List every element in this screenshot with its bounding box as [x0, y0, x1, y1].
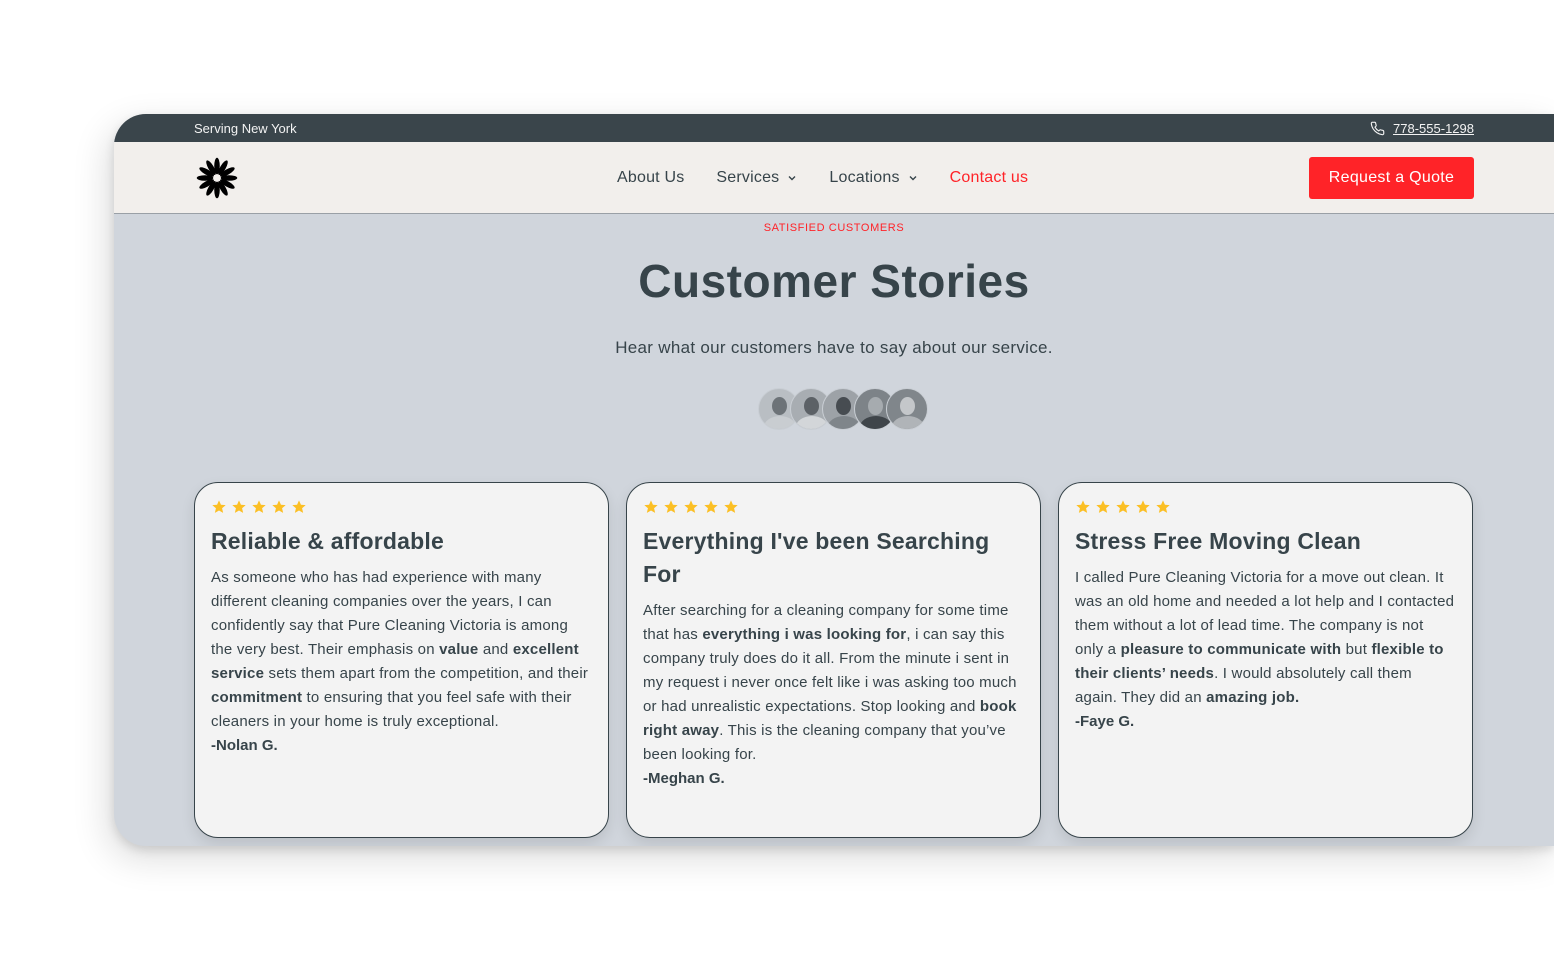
testimonial-title: Reliable & affordable — [211, 528, 444, 554]
star-icon — [212, 500, 226, 513]
nav-label: About Us — [617, 169, 685, 186]
testimonial-text: As someone who has had experience with m… — [211, 566, 592, 734]
emphasis-text: amazing job. — [1206, 689, 1300, 706]
flower-logo-icon[interactable] — [194, 155, 240, 201]
star-rating — [211, 499, 592, 515]
emphasis-text: commitment — [211, 689, 303, 706]
star-icon — [292, 500, 306, 513]
testimonial-author: -Nolan G. — [211, 737, 278, 754]
nav-contact-us[interactable]: Contact us — [950, 169, 1028, 187]
nav-label: Contact us — [949, 169, 1029, 186]
main-nav: About Us Services Locations Contact us — [617, 142, 1028, 214]
testimonial-card: Reliable & affordable As someone who has… — [194, 482, 609, 838]
request-quote-button[interactable]: Request a Quote — [1309, 157, 1474, 199]
section-eyebrow: SATISFIED CUSTOMERS — [763, 222, 905, 234]
phone-link[interactable]: 778-555-1298 — [1393, 121, 1474, 136]
chevron-down-icon — [788, 176, 796, 181]
emphasis-text: pleasure to communicate with — [1120, 641, 1342, 658]
star-icon — [1076, 500, 1090, 513]
nav-label: Locations — [829, 169, 900, 186]
star-icon — [1156, 500, 1170, 513]
service-area-text: Serving New York — [194, 120, 297, 136]
star-rating — [1075, 499, 1456, 515]
star-icon — [724, 500, 738, 513]
top-bar: Serving New York 778-555-1298 — [114, 114, 1554, 142]
nav-services[interactable]: Services — [716, 169, 797, 187]
star-rating — [643, 499, 1024, 515]
star-icon — [232, 500, 246, 513]
section-title: Customer Stories — [638, 255, 1030, 307]
star-icon — [664, 500, 678, 513]
star-icon — [272, 500, 286, 513]
avatar — [886, 388, 928, 430]
navbar: About Us Services Locations Contact us R… — [114, 142, 1554, 214]
testimonial-author: -Faye G. — [1075, 713, 1135, 730]
chevron-down-icon — [909, 176, 917, 181]
section-subtitle: Hear what our customers have to say abou… — [615, 338, 1053, 357]
testimonial-text: I called Pure Cleaning Victoria for a mo… — [1075, 566, 1456, 710]
star-icon — [684, 500, 698, 513]
star-icon — [1096, 500, 1110, 513]
nav-label: Services — [716, 169, 780, 186]
testimonial-text: After searching for a cleaning company f… — [643, 599, 1024, 767]
nav-locations[interactable]: Locations — [829, 169, 917, 187]
testimonial-author: -Meghan G. — [643, 770, 725, 787]
star-icon — [1116, 500, 1130, 513]
star-icon — [644, 500, 658, 513]
emphasis-text: everything i was looking for — [702, 626, 907, 643]
customer-stories-section: SATISFIED CUSTOMERS Customer Stories Hea… — [114, 214, 1554, 846]
body-text: but — [1341, 641, 1372, 658]
body-text: sets them apart from the competition, an… — [264, 665, 589, 682]
star-icon — [1136, 500, 1150, 513]
testimonial-card: Everything I've been Searching For After… — [626, 482, 1041, 838]
star-icon — [252, 500, 266, 513]
emphasis-text: value — [439, 641, 479, 658]
nav-about-us[interactable]: About Us — [617, 169, 684, 187]
testimonial-title: Stress Free Moving Clean — [1075, 528, 1361, 554]
phone-contact: 778-555-1298 — [1370, 121, 1474, 136]
customer-avatars — [758, 388, 928, 430]
star-icon — [704, 500, 718, 513]
body-text: and — [478, 641, 513, 658]
phone-icon — [1370, 121, 1385, 135]
testimonial-cards: Reliable & affordable As someone who has… — [194, 482, 1473, 838]
browser-frame: Serving New York 778-555-1298 About Us S… — [114, 114, 1554, 846]
testimonial-card: Stress Free Moving Clean I called Pure C… — [1058, 482, 1473, 838]
testimonial-title: Everything I've been Searching For — [643, 528, 990, 587]
